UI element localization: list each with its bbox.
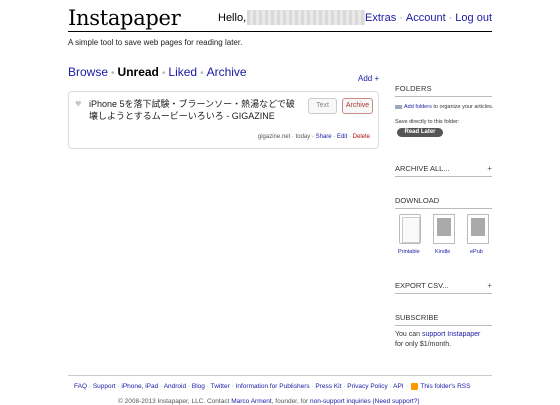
printable-icon[interactable] xyxy=(399,214,421,244)
footer-link-blog[interactable]: Blog xyxy=(192,383,205,390)
footer-link-twitter[interactable]: Twitter xyxy=(211,383,230,390)
footer-link-android[interactable]: Android xyxy=(164,383,186,390)
contact-link[interactable]: Marco Arment xyxy=(231,398,271,405)
export-csv-link[interactable]: EXPORT CSV... xyxy=(395,281,449,290)
footer-link-api[interactable]: API xyxy=(393,383,403,390)
footer-link-privacy[interactable]: Privacy Policy xyxy=(347,383,387,390)
tab-archive[interactable]: Archive xyxy=(207,65,247,79)
download-section: DOWNLOAD xyxy=(395,196,492,209)
epub-icon[interactable] xyxy=(467,214,489,244)
view-tabs: Browse • Unread • Liked • Archive xyxy=(68,65,247,79)
top-nav: Extras · Account · Log out xyxy=(365,12,492,24)
footer-divider xyxy=(68,375,492,376)
share-link[interactable]: Share xyxy=(316,134,332,140)
article-source: gigazine.net xyxy=(257,134,291,140)
redacted-username xyxy=(247,10,365,25)
inquiries-link[interactable]: non-support inquiries xyxy=(310,398,371,405)
subscribe-heading: SUBSCRIBE xyxy=(395,313,439,322)
tagline: A simple tool to save web pages for read… xyxy=(68,38,243,47)
article-time: today xyxy=(295,134,311,140)
divider xyxy=(395,96,492,97)
copyright: © 2008-2013 Instapaper, LLC. Contact Mar… xyxy=(118,398,420,405)
need-support-link[interactable]: (Need support?) xyxy=(373,398,420,405)
footer-link-faq[interactable]: FAQ xyxy=(74,383,87,390)
footer-link-support[interactable]: Support xyxy=(93,383,116,390)
header: Instapaper Hello, Extras · Account · Log out xyxy=(68,6,492,32)
save-directly-label: Save directly to this folder: xyxy=(395,119,460,125)
plus-icon[interactable]: + xyxy=(487,281,492,290)
add-folders-text: to organize your articles. xyxy=(433,104,494,110)
folders-section: FOLDERS xyxy=(395,84,492,97)
footer-link-press[interactable]: Press Kit xyxy=(315,383,341,390)
epub-link[interactable]: ePub xyxy=(470,249,483,255)
export-csv-section: EXPORT CSV... + xyxy=(395,281,492,294)
text-view-button[interactable]: Text xyxy=(308,98,337,114)
extras-link[interactable]: Extras xyxy=(365,12,396,24)
logout-link[interactable]: Log out xyxy=(455,12,492,24)
tab-liked[interactable]: Liked xyxy=(168,65,197,79)
article-title[interactable]: iPhone 5を落下試験・ブラーンソー・熱湯などで破壊しようとするムービーいろ… xyxy=(89,98,301,122)
read-later-pill[interactable]: Read Later xyxy=(397,128,443,137)
add-folders-link[interactable]: Add folders xyxy=(404,104,432,110)
kindle-link[interactable]: Kindle xyxy=(435,249,450,255)
subscribe-section: SUBSCRIBE xyxy=(395,313,492,326)
greeting: Hello, xyxy=(218,12,247,24)
rss-icon xyxy=(411,383,419,390)
folders-heading: FOLDERS xyxy=(395,84,432,93)
tab-unread[interactable]: Unread xyxy=(118,65,159,79)
rss-link[interactable]: This folder's RSS xyxy=(420,383,470,390)
article-item: ♥ iPhone 5を落下試験・ブラーンソー・熱湯などで破壊しようとするムービー… xyxy=(68,91,379,149)
support-instapaper-link[interactable]: support Instapaper xyxy=(422,331,480,338)
folder-icon xyxy=(395,104,402,109)
archive-button[interactable]: Archive xyxy=(342,98,373,114)
article-meta: gigazine.net · today · Share · Edit · De… xyxy=(257,134,370,140)
support-text: You can support Instapaper for only $1/m… xyxy=(395,331,481,348)
footer-link-iphone[interactable]: iPhone, iPad xyxy=(121,383,158,390)
archive-all-section: ARCHIVE ALL... + xyxy=(395,164,492,177)
add-article-link[interactable]: Add + xyxy=(358,74,379,83)
tab-browse[interactable]: Browse xyxy=(68,65,108,79)
footer-links: FAQ · Support · iPhone, iPad · Android ·… xyxy=(74,383,471,391)
account-link[interactable]: Account xyxy=(406,12,446,24)
kindle-icon[interactable] xyxy=(433,214,455,244)
printable-link[interactable]: Printable xyxy=(398,249,420,255)
footer-link-publishers[interactable]: Information for Publishers xyxy=(236,383,310,390)
heart-icon[interactable]: ♥ xyxy=(75,98,82,110)
logo[interactable]: Instapaper xyxy=(68,6,181,30)
download-heading: DOWNLOAD xyxy=(395,196,440,205)
delete-link[interactable]: Delete xyxy=(353,134,370,140)
archive-all-link[interactable]: ARCHIVE ALL... xyxy=(395,164,450,173)
plus-icon[interactable]: + xyxy=(487,164,492,173)
add-folders-line: Add folders to organize your articles. xyxy=(395,104,493,110)
edit-link[interactable]: Edit xyxy=(337,134,347,140)
